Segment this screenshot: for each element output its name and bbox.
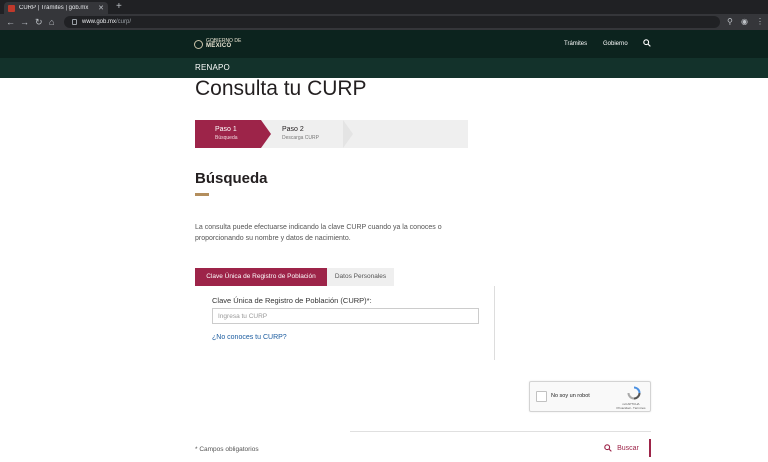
gob-mx-logo[interactable]: GOBIERNO DE MÉXICO [194,39,241,49]
page-title: Consulta tu CURP [195,77,367,100]
search-button[interactable]: Buscar [594,439,651,457]
zoom-icon[interactable]: ⚲ [727,17,733,27]
url-host: www.gob.mx [82,19,117,25]
back-icon[interactable]: ← [6,16,15,28]
step-1-sublabel: Búsqueda [215,135,238,141]
step-1 [195,120,261,148]
coat-of-arms-icon [194,39,203,49]
recaptcha-checkbox[interactable] [536,391,547,402]
search-icon [604,444,612,452]
site-header: GOBIERNO DE MÉXICO Trámites Gobierno [0,30,768,58]
search-button-label: Buscar [617,444,639,452]
menu-icon[interactable]: ⋮ [756,17,764,27]
new-tab-icon[interactable]: + [116,2,122,12]
tab-title: CURP | Trámites | gob.mx [19,5,89,11]
browser-tab[interactable]: CURP | Trámites | gob.mx ✕ [4,2,108,14]
section-title: Búsqueda [195,170,268,187]
nav-link-tramites[interactable]: Trámites [564,41,587,47]
curp-field-label: Clave Única de Registro de Población (CU… [212,296,372,305]
recaptcha-widget: No soy un robot reCAPTCHA Privacidad - T… [529,381,651,412]
step-2-sublabel: Descarga CURP [282,135,319,141]
url-path: /curp/ [116,19,132,25]
section-bar-title: RENAPO [195,63,230,72]
browser-tab-bar: CURP | Trámites | gob.mx ✕ + [0,0,768,14]
footer-divider [350,431,651,432]
step-1-arrow [261,120,271,148]
reload-icon[interactable]: ↻ [35,16,43,28]
forgot-curp-link[interactable]: ¿No conoces tu CURP? [212,334,287,341]
panel-divider [494,286,495,360]
forward-icon[interactable]: → [20,16,29,28]
nav-link-gobierno[interactable]: Gobierno [603,41,628,47]
recaptcha-terms[interactable]: Privacidad - Términos [616,406,645,410]
home-icon[interactable]: ⌂ [49,16,54,28]
recaptcha-logo-icon [627,386,641,400]
step-1-label: Paso 1 [215,126,237,133]
extensions-icon[interactable]: ◉ [741,17,748,27]
tab-datos-personales[interactable]: Datos Personales [327,268,394,286]
curp-input[interactable] [212,308,479,324]
logo-main-text: MÉXICO [206,43,232,49]
section-bar: RENAPO [0,58,768,78]
required-fields-note: * Campos obligatorios [195,446,259,453]
recaptcha-label: No soy un robot [551,393,590,399]
tab-curp[interactable]: Clave Única de Registro de Población [195,268,327,286]
lock-icon [72,19,77,25]
header-search-icon[interactable] [643,39,651,47]
url-input[interactable]: www.gob.mx/curp/ [64,16,720,28]
search-description: La consulta puede efectuarse indicando l… [195,224,442,242]
address-bar: ← → ↻ ⌂ www.gob.mx/curp/ ⚲ ◉ ⋮ [0,14,768,30]
stepper: Paso 1 Búsqueda Paso 2 Descarga CURP [195,120,468,148]
favicon-icon [8,4,15,12]
step-2-arrow [343,120,353,148]
section-underline [195,193,209,196]
step-2-label: Paso 2 [282,126,304,133]
close-tab-icon[interactable]: ✕ [98,4,104,12]
